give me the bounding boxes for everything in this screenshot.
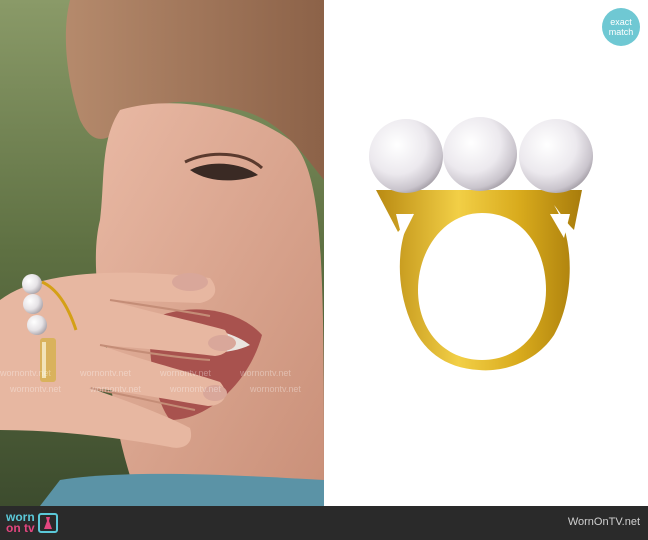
brand-bottom-text: on tv (6, 521, 35, 535)
dress-icon (43, 517, 52, 529)
watermark-text-7: wornontv.net (169, 384, 221, 394)
pearl-ring-illustration (369, 117, 593, 371)
footer-bar: worn on tv WornOnTV.net (0, 506, 648, 540)
watermark-text-2: wornontv.net (79, 368, 131, 378)
product-image: exact match (324, 0, 648, 506)
pearl-left (369, 119, 443, 193)
badge-line2: match (608, 27, 634, 37)
tv-icon (37, 513, 58, 533)
watermark-text-1: wornontv.net (0, 368, 51, 378)
watermark-text-4: wornontv.net (239, 368, 291, 378)
watermark-text-3: wornontv.net (159, 368, 211, 378)
brand-logo[interactable]: worn on tv (6, 510, 58, 536)
pearl-center (443, 117, 517, 191)
page: exact match wornontv.net wornontv.net wo… (0, 0, 648, 540)
watermark-text-8: wornontv.net (249, 384, 301, 394)
pearl-right (519, 119, 593, 193)
actress-photo (0, 0, 324, 506)
watermark-text-6: wornontv.net (89, 384, 141, 394)
watermark-text-5: wornontv.net (9, 384, 61, 394)
watermark: wornontv.net wornontv.net wornontv.net w… (0, 364, 324, 404)
site-url[interactable]: WornOnTV.net (568, 516, 640, 528)
badge-line1: exact (610, 17, 632, 27)
actress-photo-illustration (0, 0, 324, 506)
exact-match-badge: exact match (602, 8, 640, 46)
